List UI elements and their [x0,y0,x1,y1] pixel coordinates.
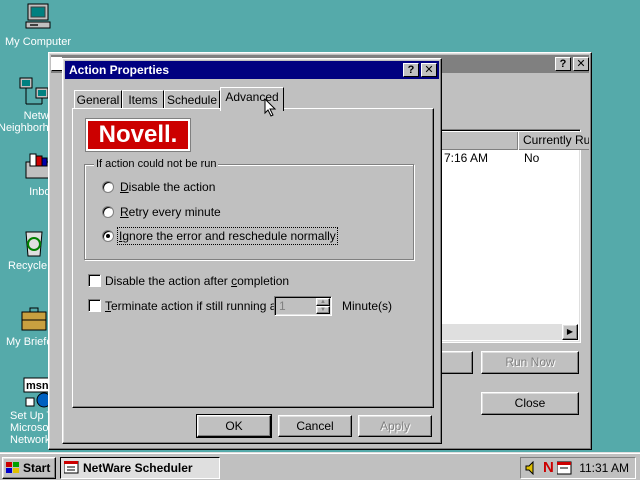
network-neighborhood-icon [18,76,50,108]
minutes-spinner-value: 1 [279,299,286,313]
minutes-unit-label: Minute(s) [342,299,393,313]
tab-general[interactable]: General [74,90,122,110]
start-button[interactable]: Start [2,457,56,479]
radio-button-ignore[interactable] [102,230,114,242]
radio-retry-every-minute[interactable]: Retry every minute [102,204,282,220]
list-cell-running: No [524,151,540,165]
close-button[interactable]: Close [481,392,579,415]
radio-button-disable[interactable] [102,181,114,193]
radio-button-retry[interactable] [102,206,114,218]
check-label-disable-pre: Disable the action after [105,274,232,288]
taskbar-clock: 11:31 AM [579,461,629,475]
mouse-pointer-icon [264,98,277,117]
desktop-icon-label: My Computer [4,36,72,48]
list-horizontal-scrollbar[interactable]: ▶ [436,324,578,340]
taskbar-task-label: NetWare Scheduler [83,461,193,475]
list-cell-time: 7:16 AM [444,151,489,165]
radio-ignore-error[interactable]: Ignore the error and reschedule normally [102,227,342,245]
ok-button[interactable]: OK [196,414,272,438]
group-label: If action could not be run [94,157,219,171]
spinner-down-arrow-icon[interactable]: ▼ [316,306,330,314]
dialog-title: Action Properties [69,63,170,77]
scheduler-help-button[interactable]: ? [555,57,571,71]
scheduler-list-view[interactable]: Currently Running 7:16 AM No ▶ [433,129,589,343]
novell-logo: Novell. [85,118,191,152]
radio-label-disable-mnemonic: D [120,180,129,194]
radio-label-disable-text: isable the action [128,180,216,194]
radio-label-retry: Retry every minute [120,204,221,220]
check-label-disable-post: ompletion [237,274,290,288]
list-column-header-divider [436,132,518,150]
system-tray: N 11:31 AM [520,457,636,479]
check-label-terminate: Terminate action if still running after [105,298,294,314]
radio-label-disable: Disable the action [120,179,215,195]
radio-label-ignore-text: gnore the error and reschedule normally [122,229,336,243]
radio-label-retry-text: etry every minute [128,205,221,219]
check-terminate-action[interactable]: Terminate action if still running after [88,298,294,314]
cancel-button[interactable]: Cancel [278,415,352,437]
briefcase-icon [18,302,50,334]
tab-items[interactable]: Items [122,90,164,110]
dialog-titlebar: Action Properties [65,61,439,79]
radio-label-ignore: Ignore the error and reschedule normally [117,227,338,245]
start-button-label: Start [23,461,51,475]
check-disable-after-completion[interactable]: Disable the action after completion [88,273,289,289]
scheduler-tray-icon[interactable] [557,461,573,475]
recycle-bin-icon [18,226,50,258]
spinner-up-arrow-icon[interactable]: ▲ [316,298,330,306]
novell-logo-text: Novell. [98,121,178,148]
windows-logo-icon [6,462,19,473]
taskbar-task-netware-scheduler[interactable]: NetWare Scheduler [60,457,220,479]
svg-text:msn: msn [26,380,49,392]
taskbar: Start NetWare Scheduler N 11:31 AM [0,452,640,480]
run-now-button[interactable]: Run Now [481,351,579,374]
dialog-help-button[interactable]: ? [403,63,419,77]
radio-selected-dot [106,234,110,238]
list-column-header-running[interactable]: Currently Running [519,132,589,150]
check-label-terminate-text: erminate action if still running after [111,299,294,313]
scheduler-close-button[interactable]: ✕ [573,57,589,71]
checkbox-disable-after-completion[interactable] [88,274,101,287]
volume-icon[interactable] [525,461,539,475]
radio-disable-action[interactable]: Disable the action [102,179,282,195]
dialog-close-button[interactable]: ✕ [421,63,437,77]
radio-label-retry-mnemonic: R [120,205,129,219]
scheduler-app-icon [64,461,79,474]
check-label-disable: Disable the action after completion [105,273,289,289]
apply-button[interactable]: Apply [358,415,432,437]
scroll-right-arrow-icon[interactable]: ▶ [562,324,578,340]
my-computer-icon [22,2,54,34]
tab-schedule[interactable]: Schedule [164,90,220,110]
novell-tray-icon[interactable]: N [543,459,554,477]
checkbox-terminate-action[interactable] [88,299,101,312]
minutes-spinner[interactable]: 1 ▲ ▼ [274,296,332,316]
desktop-icon-my-computer[interactable]: My Computer [2,2,74,48]
